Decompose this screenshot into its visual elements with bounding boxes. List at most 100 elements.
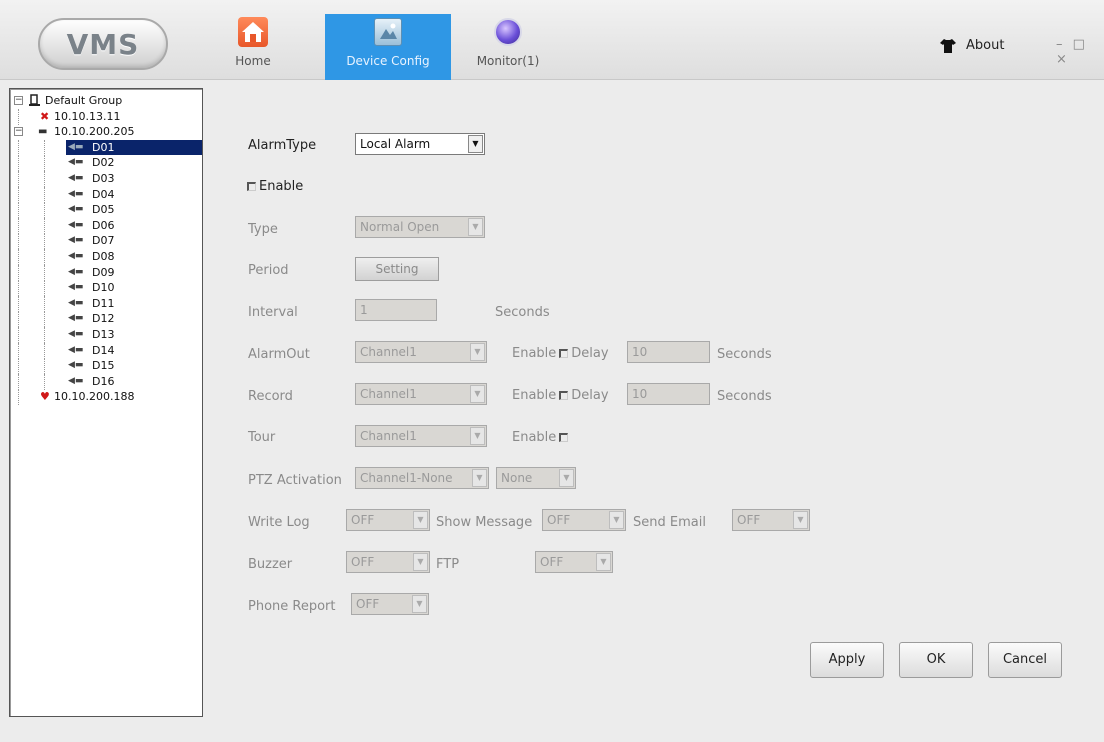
nav-tab-device-config[interactable]: Device Config — [325, 14, 451, 80]
camera-icon: ◀▬ — [68, 344, 84, 355]
period-setting-button[interactable]: Setting — [355, 257, 439, 281]
alarm-type-value: Local Alarm — [360, 137, 431, 151]
device-tree[interactable]: − Default Group ✖ 10.10.13.11 − ▬ 10.10.200.20… — [9, 88, 203, 717]
ftp-select[interactable]: OFF ▼ — [535, 551, 613, 573]
window-controls[interactable]: – □ × — [1056, 37, 1104, 67]
buzzer-label: Buzzer — [248, 557, 293, 572]
tree-channel[interactable]: ◀▬ D10 — [10, 280, 202, 297]
tree-node-label: D10 — [92, 281, 115, 295]
tree-channel[interactable]: ◀▬ D09 — [10, 264, 202, 281]
alarmout-delay-unit: Seconds — [717, 347, 772, 362]
tree-channel[interactable]: ◀▬ D06 — [10, 217, 202, 234]
tree-channel[interactable]: ◀▬ D03 — [10, 170, 202, 187]
tree-node-label: D04 — [92, 187, 115, 201]
tree-channel[interactable]: ◀▬ D12 — [10, 311, 202, 328]
nav-tab-monitor[interactable]: Monitor(1) — [452, 14, 564, 80]
writelog-value: OFF — [351, 513, 375, 527]
tree-node-label: D05 — [92, 203, 115, 217]
tour-enable-label: Enable — [512, 430, 557, 445]
alarmout-enable[interactable]: Enable Delay — [512, 346, 609, 361]
buzzer-select[interactable]: OFF ▼ — [346, 551, 430, 573]
ftp-value: OFF — [540, 555, 564, 569]
tree-channel[interactable]: ◀▬ D15 — [10, 358, 202, 375]
tree-connector — [18, 326, 19, 343]
writelog-select[interactable]: OFF ▼ — [346, 509, 430, 531]
tree-channel[interactable]: ◀▬ D04 — [10, 186, 202, 203]
tree-channel[interactable]: ◀▬ D01 — [10, 139, 202, 156]
phone-report-select[interactable]: OFF ▼ — [351, 593, 429, 615]
tree-connector — [44, 358, 45, 375]
record-select[interactable]: Channel1 ▼ — [355, 383, 487, 405]
tree-channel[interactable]: ◀▬ D05 — [10, 202, 202, 219]
tour-enable[interactable]: Enable — [512, 430, 571, 445]
tree-channel[interactable]: ◀▬ D07 — [10, 233, 202, 250]
record-delay-input[interactable]: 10 — [627, 383, 710, 405]
camera-icon: ◀▬ — [68, 313, 84, 324]
camera-icon: ◀▬ — [68, 188, 84, 199]
apply-button[interactable]: Apply — [810, 642, 884, 678]
about-button[interactable]: About — [940, 38, 1004, 53]
phone-report-label: Phone Report — [248, 599, 336, 614]
showmsg-value: OFF — [547, 513, 571, 527]
tree-channel[interactable]: ◀▬ D02 — [10, 155, 202, 172]
collapse-icon[interactable]: − — [14, 127, 23, 137]
tour-select[interactable]: Channel1 ▼ — [355, 425, 487, 447]
sendemail-select[interactable]: OFF ▼ — [732, 509, 810, 531]
alarmout-select[interactable]: Channel1 ▼ — [355, 341, 487, 363]
tree-connector — [44, 202, 45, 219]
checkbox-icon — [559, 433, 569, 442]
enable-checkbox[interactable]: Enable — [247, 179, 303, 194]
tree-channel[interactable]: ◀▬ D14 — [10, 342, 202, 359]
chevron-down-icon: ▼ — [470, 343, 485, 361]
logo-text: VMS — [66, 27, 140, 61]
tree-connector — [44, 170, 45, 187]
tree-connector — [44, 280, 45, 297]
tree-connector — [18, 170, 19, 187]
checkbox-icon — [559, 391, 569, 400]
alarm-type-select[interactable]: Local Alarm ▼ — [355, 133, 485, 155]
record-enable[interactable]: Enable Delay — [512, 388, 609, 403]
camera-icon: ◀▬ — [68, 235, 84, 246]
ok-button[interactable]: OK — [899, 642, 973, 678]
tree-channel[interactable]: ◀▬ D13 — [10, 326, 202, 343]
tree-connector — [18, 186, 19, 203]
record-value: Channel1 — [360, 387, 417, 401]
writelog-label: Write Log — [248, 515, 310, 530]
nav-tab-home[interactable]: Home — [222, 14, 284, 80]
tree-connector — [18, 264, 19, 281]
type-label: Type — [248, 222, 278, 237]
tree-connector — [44, 326, 45, 343]
group-icon — [29, 94, 40, 106]
tree-connector — [18, 342, 19, 359]
tree-device[interactable]: − ▬ 10.10.200.205 — [10, 124, 202, 140]
tree-channel[interactable]: ◀▬ D16 — [10, 373, 202, 390]
tree-node-label: D15 — [92, 359, 115, 373]
collapse-icon[interactable]: − — [14, 96, 23, 105]
tree-connector — [18, 108, 19, 125]
interval-input[interactable]: 1 — [355, 299, 437, 321]
chevron-down-icon: ▼ — [468, 218, 483, 236]
ptz-action-select[interactable]: None ▼ — [496, 467, 576, 489]
tree-channel[interactable]: ◀▬ D08 — [10, 248, 202, 265]
tree-group-default[interactable]: − Default Group — [10, 93, 202, 109]
tree-connector — [18, 373, 19, 390]
alarmout-label: AlarmOut — [248, 347, 310, 362]
ptz-channel-select[interactable]: Channel1-None ▼ — [355, 467, 489, 489]
tree-device[interactable]: ♥ 10.10.200.188 — [10, 389, 202, 406]
tree-connector — [44, 248, 45, 265]
interval-label: Interval — [248, 305, 298, 320]
tree-node-label: D02 — [92, 156, 115, 170]
tree-device[interactable]: ✖ 10.10.13.11 — [10, 108, 202, 125]
shirt-icon — [940, 38, 956, 53]
alarmout-delay-input[interactable]: 10 — [627, 341, 710, 363]
tree-connector — [18, 155, 19, 172]
monitor-icon — [494, 18, 522, 46]
type-select[interactable]: Normal Open ▼ — [355, 216, 485, 238]
cancel-button[interactable]: Cancel — [988, 642, 1062, 678]
showmsg-select[interactable]: OFF ▼ — [542, 509, 626, 531]
tree-node-label: Default Group — [45, 94, 123, 107]
tour-value: Channel1 — [360, 429, 417, 443]
nav-home-label: Home — [235, 54, 271, 68]
tree-channel[interactable]: ◀▬ D11 — [10, 295, 202, 312]
tree-connector — [44, 217, 45, 234]
